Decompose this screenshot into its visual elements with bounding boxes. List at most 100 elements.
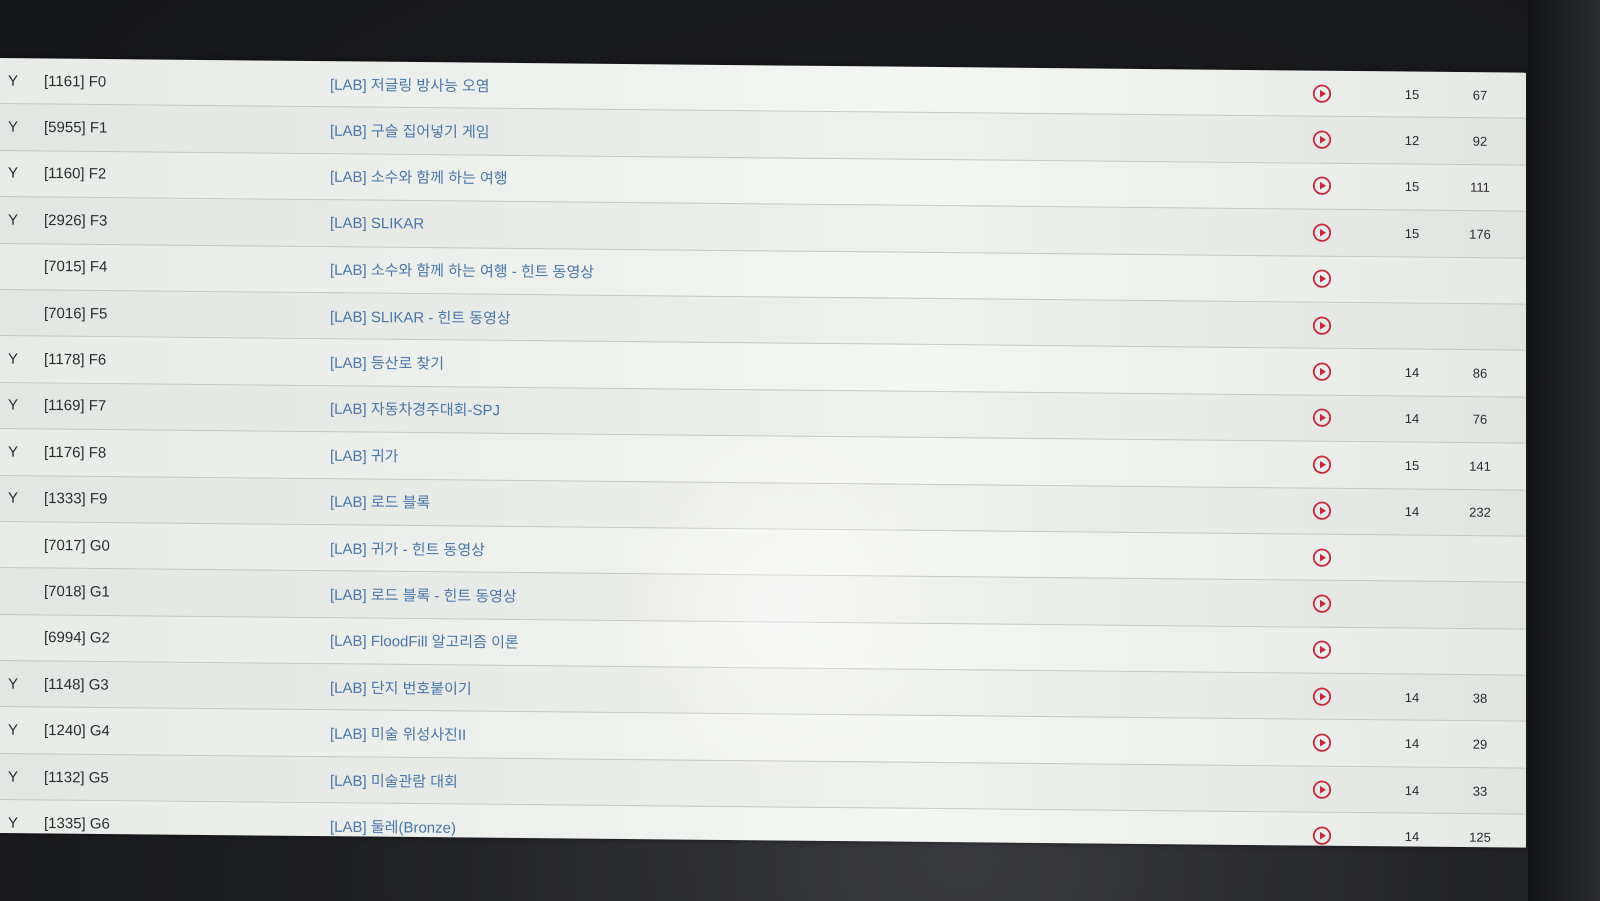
problem-title-link[interactable]: [LAB] 구슬 집어넣기 게임 [330,120,490,143]
play-circle-icon-svg [1312,84,1332,103]
solved-flag: Y [8,721,19,739]
solved-flag: Y [8,675,19,693]
problem-title-link[interactable]: [LAB] 둘레(Bronze) [330,816,456,838]
play-circle-icon-svg [1312,687,1332,706]
solved-flag: Y [8,211,19,229]
play-circle-icon-svg [1312,640,1332,660]
play-circle-icon-svg [1312,501,1332,520]
play-circle-icon-svg [1312,223,1332,242]
problem-title-link[interactable]: [LAB] 로드 블록 - 힌트 동영상 [330,584,517,607]
problem-title-link[interactable]: [LAB] SLIKAR [330,215,424,233]
play-circle-icon[interactable] [1312,176,1332,196]
play-circle-icon[interactable] [1312,454,1332,474]
play-circle-icon[interactable] [1312,686,1332,706]
submission-count: 38 [1472,690,1488,706]
score-count: 14 [1404,736,1420,752]
problem-title-link[interactable]: [LAB] 저글링 방사능 오염 [330,73,490,96]
play-circle-icon-svg [1312,269,1332,289]
submission-count: 33 [1472,783,1488,799]
submission-count: 67 [1472,87,1488,103]
problem-title-link[interactable]: [LAB] FloodFill 알고리즘 이론 [330,630,519,653]
problem-code: [7015] F4 [44,258,108,276]
problem-title-link[interactable]: [LAB] 자동차경주대회-SPJ [330,398,500,421]
score-count: 14 [1404,782,1420,798]
play-circle-icon[interactable] [1312,733,1332,753]
score-count: 14 [1404,411,1420,427]
photo-scene: Y [1161] F0 [LAB] 저글링 방사능 오염 15 67 Y [59… [0,0,1600,901]
problem-code: [1132] G5 [44,768,109,787]
play-circle-icon-svg [1312,409,1332,428]
play-circle-icon-svg [1312,733,1332,752]
problem-list-table: Y [1161] F0 [LAB] 저글링 방사능 오염 15 67 Y [59… [0,58,1526,848]
submission-count: 232 [1469,504,1491,521]
problem-code: [6994] G2 [44,629,110,647]
play-circle-icon[interactable] [1312,362,1332,382]
solved-flag: Y [8,165,19,183]
play-circle-icon[interactable] [1312,269,1332,289]
play-circle-icon[interactable] [1312,826,1332,846]
submission-count: 125 [1469,829,1491,845]
submission-count: 176 [1469,226,1491,242]
problem-title-link[interactable]: [LAB] 소수와 함께 하는 여행 - 힌트 동영상 [330,259,594,283]
problem-code: [7018] G1 [44,582,110,601]
play-circle-icon[interactable] [1312,315,1332,335]
play-circle-icon-svg [1312,594,1332,613]
submission-count: 111 [1470,180,1490,196]
play-circle-icon-svg [1312,316,1332,335]
problem-title-link[interactable]: [LAB] 로드 블록 [330,491,430,513]
problem-code: [1333] F9 [44,490,108,508]
play-circle-icon[interactable] [1312,501,1332,521]
play-circle-icon[interactable] [1312,594,1332,614]
play-circle-icon[interactable] [1312,222,1332,242]
score-count: 15 [1404,225,1420,241]
play-circle-icon[interactable] [1312,408,1332,428]
play-circle-icon-svg [1312,548,1332,567]
problem-code: [1161] F0 [44,72,107,91]
play-circle-icon-svg [1312,826,1332,845]
play-circle-icon-svg [1312,780,1332,799]
problem-code: [1178] F6 [44,350,107,369]
problem-code: [7017] G0 [44,536,110,555]
problem-title-link[interactable]: [LAB] 미술관람 대회 [330,769,458,791]
solved-flag: Y [8,396,19,415]
problem-title-link[interactable]: [LAB] 미술 위성사진II [330,723,466,745]
play-circle-icon-svg [1312,177,1332,196]
solved-flag: Y [8,489,19,507]
solved-flag: Y [8,350,19,368]
problem-code: [1335] G6 [44,814,110,833]
play-circle-icon[interactable] [1312,83,1332,103]
problem-code: [1240] G4 [44,722,110,740]
submission-count: 141 [1469,458,1491,474]
solved-flag: Y [8,814,19,832]
solved-flag: Y [8,768,19,786]
problem-title-link[interactable]: [LAB] 귀가 - 힌트 동영상 [330,537,485,559]
play-circle-icon[interactable] [1312,640,1332,660]
problem-code: [1176] F8 [44,443,107,462]
solved-flag: Y [8,72,19,90]
submission-count: 86 [1472,365,1488,381]
play-circle-icon-svg [1312,455,1332,474]
play-circle-icon-svg [1312,130,1332,149]
problem-code: [1148] G3 [44,675,109,694]
solved-flag: Y [8,118,19,136]
problem-title-link[interactable]: [LAB] SLIKAR - 힌트 동영상 [330,305,511,328]
problem-title-link[interactable]: [LAB] 단지 번호붙이기 [330,676,472,698]
play-circle-icon[interactable] [1312,130,1332,150]
problem-title-link[interactable]: [LAB] 등산로 찾기 [330,352,444,374]
score-count: 15 [1404,457,1420,473]
solved-flag: Y [8,443,19,461]
problem-code: [5955] F1 [44,119,108,137]
problem-code: [1160] F2 [44,165,107,183]
play-circle-icon[interactable] [1312,547,1332,567]
problem-list-rows: Y [1161] F0 [LAB] 저글링 방사능 오염 15 67 Y [59… [0,58,1526,848]
monitor-bezel [1528,0,1600,901]
submission-count: 92 [1472,133,1488,149]
submission-count: 76 [1472,412,1488,428]
problem-title-link[interactable]: [LAB] 소수와 함께 하는 여행 [330,166,508,189]
problem-code: [2926] F3 [44,211,108,230]
score-count: 14 [1404,504,1420,520]
play-circle-icon[interactable] [1312,779,1332,799]
problem-title-link[interactable]: [LAB] 귀가 [330,444,398,466]
score-count: 12 [1404,133,1420,149]
play-circle-icon-svg [1312,362,1332,381]
